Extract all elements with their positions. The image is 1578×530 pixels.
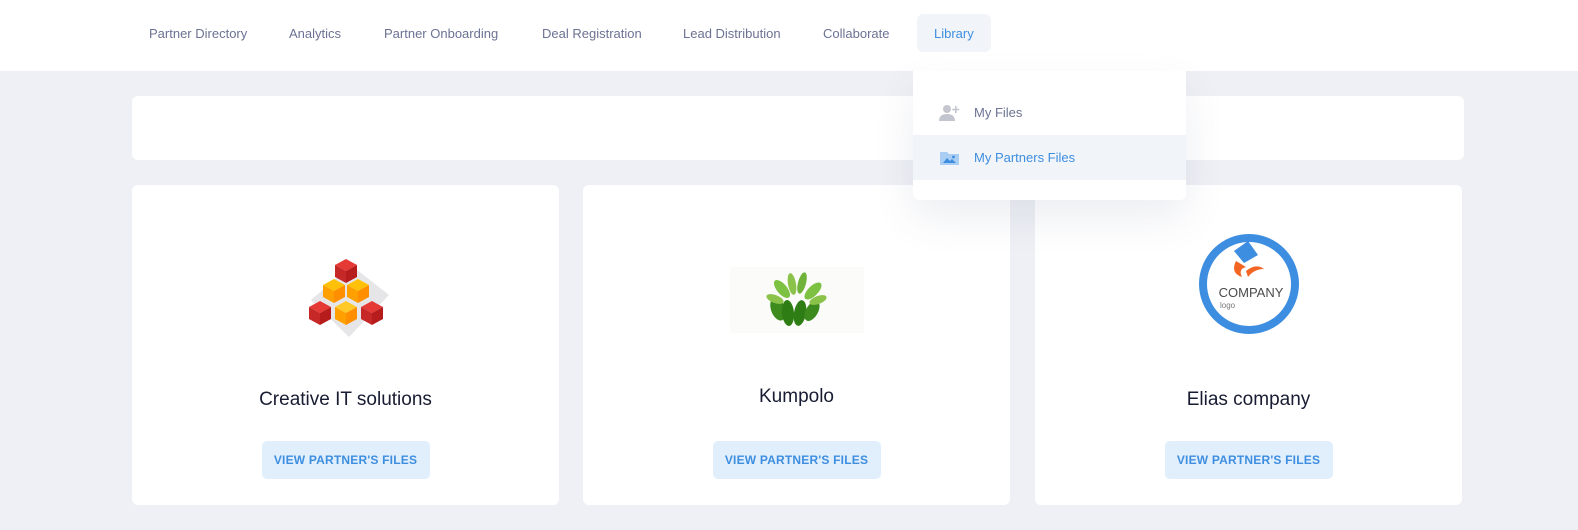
red-yellow-cubes-logo: [301, 255, 391, 343]
partner-card-creative-it: Creative IT solutions VIEW PARTNER'S FIL…: [132, 185, 559, 505]
nav-partner-onboarding[interactable]: Partner Onboarding: [367, 14, 515, 52]
partner-name: Elias company: [1186, 389, 1311, 410]
nav-collaborate[interactable]: Collaborate: [806, 14, 907, 52]
partner-name: Creative IT solutions: [259, 389, 432, 410]
menu-item-my-partners-files[interactable]: My Partners Files: [913, 135, 1186, 180]
top-navigation-bar: Partner Directory Analytics Partner Onbo…: [0, 0, 1578, 71]
logo-sub-text: logo: [1220, 301, 1236, 310]
partner-name: Kumpolo: [759, 386, 834, 407]
logo-company-text: COMPANY: [1218, 285, 1283, 300]
nav-analytics[interactable]: Analytics: [272, 14, 358, 52]
nav-deal-registration[interactable]: Deal Registration: [525, 14, 659, 52]
view-partner-files-button[interactable]: VIEW PARTNER'S FILES: [1164, 441, 1333, 479]
company-circle-logo: COMPANY logo: [1198, 233, 1300, 335]
partner-card-kumpolo: Kumpolo VIEW PARTNER'S FILES: [583, 185, 1010, 505]
partner-card-elias: COMPANY logo Elias company VIEW PARTNER'…: [1035, 185, 1462, 505]
image-folder-icon: [939, 149, 961, 167]
menu-item-label: My Files: [974, 105, 1023, 120]
nav-library[interactable]: Library: [917, 14, 991, 52]
menu-item-my-files[interactable]: My Files: [913, 90, 1186, 135]
view-partner-files-button[interactable]: VIEW PARTNER'S FILES: [261, 441, 430, 479]
nav-lead-distribution[interactable]: Lead Distribution: [666, 14, 798, 52]
library-dropdown-menu: My Files My Partners Files: [913, 71, 1186, 200]
menu-item-label: My Partners Files: [974, 150, 1076, 165]
nav-partner-directory[interactable]: Partner Directory: [132, 14, 264, 52]
filter-panel: [132, 96, 1464, 160]
add-user-icon: [939, 104, 961, 122]
view-partner-files-button[interactable]: VIEW PARTNER'S FILES: [712, 441, 881, 479]
green-leaves-logo: [729, 267, 864, 333]
